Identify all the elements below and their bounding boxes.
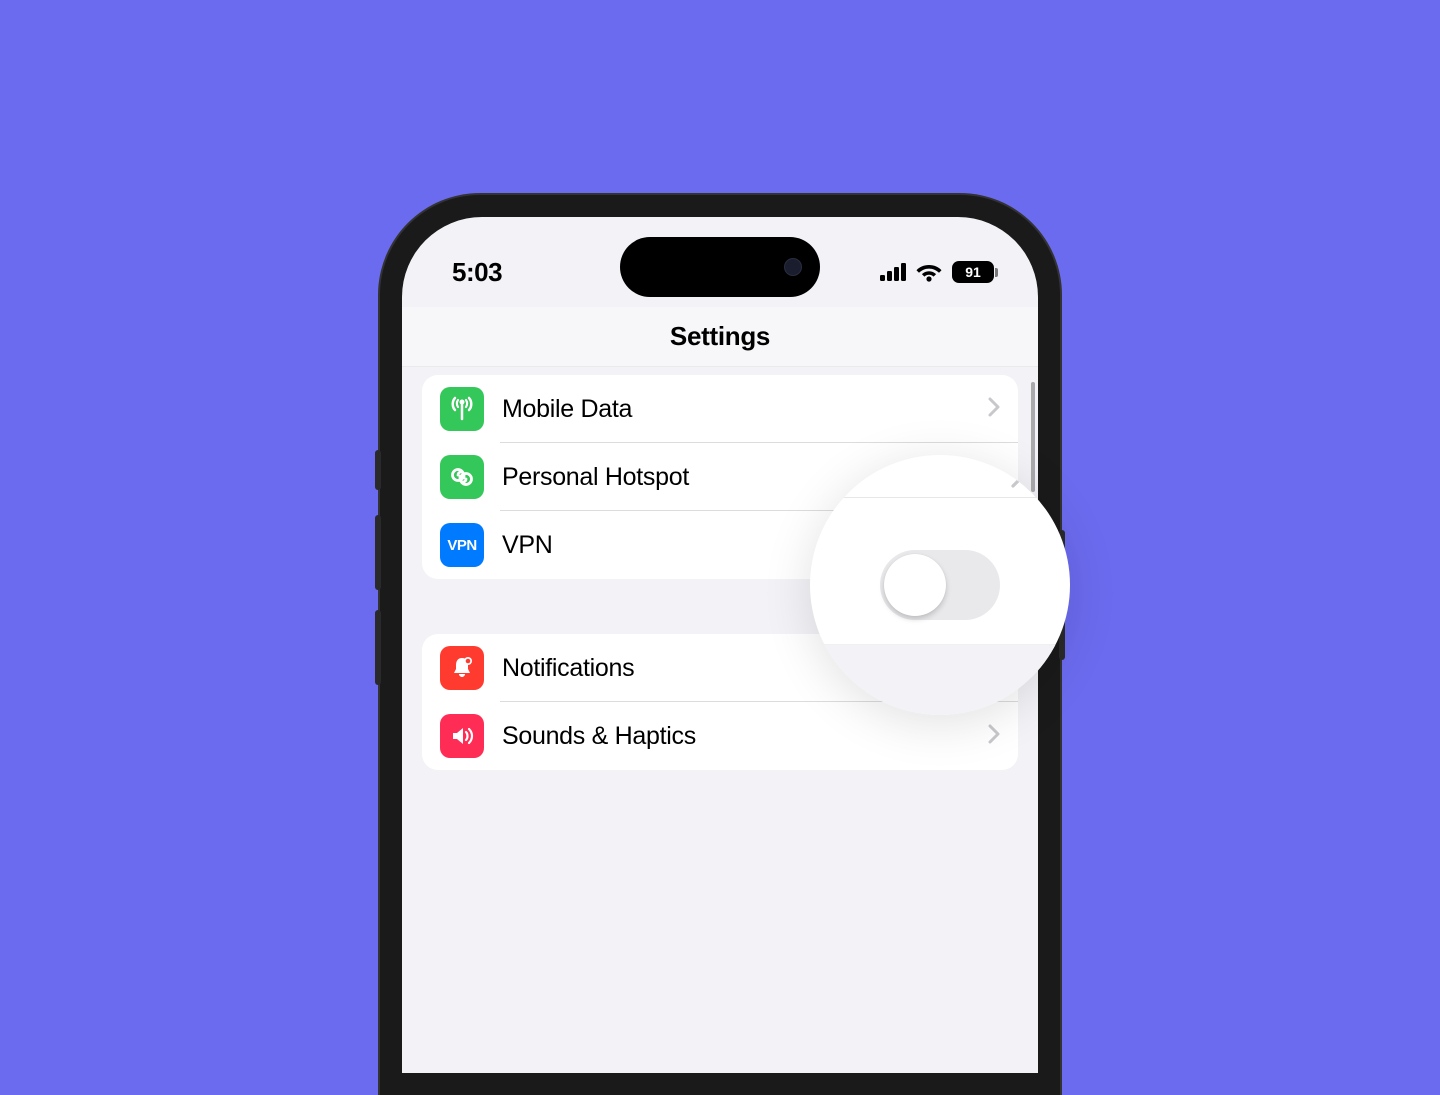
volume-down-button (375, 610, 381, 685)
vpn-icon-label: VPN (447, 537, 476, 554)
row-mobile-data[interactable]: Mobile Data (422, 375, 1018, 443)
page-title: Settings (670, 321, 770, 352)
mute-switch (375, 450, 381, 490)
antenna-icon (440, 387, 484, 431)
wifi-icon (916, 262, 942, 282)
bell-icon (440, 646, 484, 690)
chevron-right-icon (1011, 465, 1025, 494)
vpn-icon: VPN (440, 523, 484, 567)
dynamic-island (620, 237, 820, 297)
phone-mockup: 5:03 (380, 195, 1060, 1095)
speaker-icon (440, 714, 484, 758)
row-label: Sounds & Haptics (502, 722, 988, 751)
volume-up-button (375, 515, 381, 590)
toggle-thumb (884, 554, 946, 616)
scroll-indicator[interactable] (1031, 382, 1035, 492)
camera-icon (784, 258, 802, 276)
row-label: Mobile Data (502, 395, 988, 424)
link-icon (440, 455, 484, 499)
zoom-callout (810, 455, 1070, 715)
chevron-right-icon (988, 724, 1000, 749)
status-right: 91 (880, 261, 998, 283)
vpn-toggle-zoomed[interactable] (880, 550, 1000, 620)
battery-icon: 91 (952, 261, 998, 283)
chevron-right-icon (988, 397, 1000, 422)
battery-level: 91 (965, 264, 981, 280)
navigation-bar: Settings (402, 307, 1038, 367)
status-time: 5:03 (452, 257, 502, 288)
cellular-signal-icon (880, 263, 908, 281)
